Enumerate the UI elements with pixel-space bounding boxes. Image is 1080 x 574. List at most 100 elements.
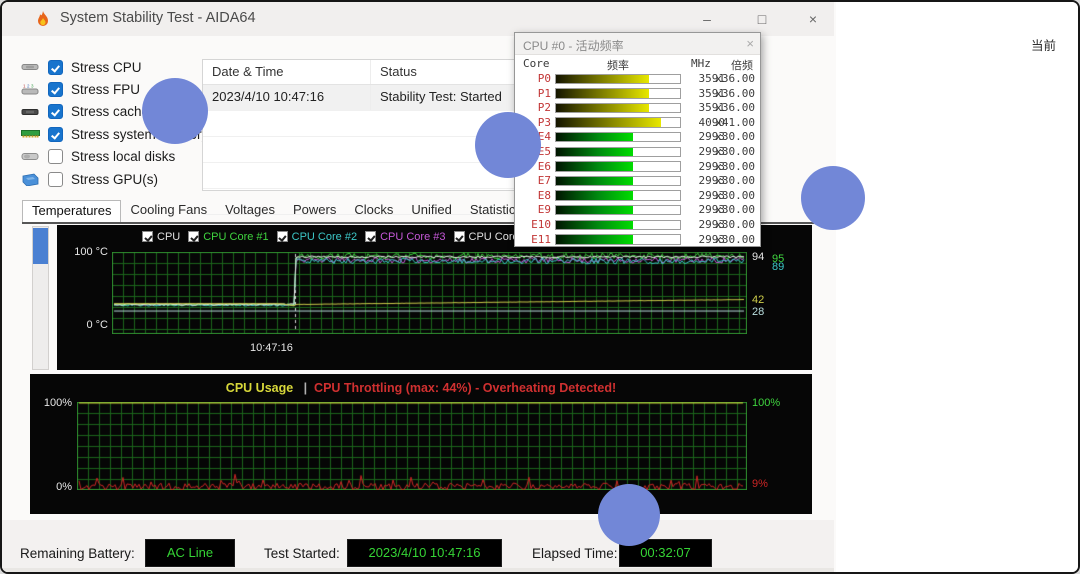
ratio-value: x36.00 [693,101,755,114]
core-label: P1 [515,87,551,100]
y-axis-top-label: 100 °C [62,246,108,258]
usage-y-bottom-label: 0% [28,481,72,493]
tab-voltages[interactable]: Voltages [216,200,284,222]
frequency-bar [555,74,681,85]
screen: System Stability Test - AIDA64 – □ × Str… [0,0,1080,574]
ratio-value: x30.00 [693,189,755,202]
legend-checkbox[interactable] [365,231,376,242]
legend-item: CPU Core #3 [365,231,445,243]
legend-checkbox[interactable] [142,231,153,242]
remaining-battery-label: Remaining Battery: [20,546,135,561]
stress-option-row: Stress local disks [20,147,175,167]
popup-close-icon[interactable]: × [746,36,754,51]
frequency-bar-fill [556,221,633,230]
frequency-bar-fill [556,89,649,98]
frequency-bar [555,117,681,128]
disk-icon [20,152,40,161]
tab-cooling-fans[interactable]: Cooling Fans [121,200,216,222]
chart-value-label: 9% [752,478,768,490]
stress-option-checkbox[interactable] [48,127,63,142]
ratio-value: x30.00 [693,203,755,216]
chart-value-label: 28 [752,306,764,318]
stress-option-checkbox[interactable] [48,172,63,187]
popup-core-row: P34090x41.00 [515,116,760,131]
test-started-value: 2023/4/10 10:47:16 [347,539,502,567]
legend-checkbox[interactable] [277,231,288,242]
stress-option-checkbox[interactable] [48,82,63,97]
chart-value-label: 100% [752,397,780,409]
legend-checkbox[interactable] [454,231,465,242]
popup-col-core: Core [523,57,550,70]
tab-unified[interactable]: Unified [402,200,460,222]
cpu-chip-icon [21,62,39,72]
cache-chip-icon [21,107,39,117]
core-label: E8 [515,189,551,202]
core-label: P0 [515,72,551,85]
frequency-bar-fill [556,104,649,113]
remaining-battery-value: AC Line [145,539,235,567]
core-label: P2 [515,101,551,114]
stress-option-row: Stress CPU [20,57,142,77]
tab-bar: TemperaturesCooling FansVoltagesPowersCl… [22,200,531,222]
svg-text:2: 2 [27,83,30,88]
popup-core-row: E52993x30.00 [515,145,760,160]
legend-label: CPU [157,231,180,243]
core-label: E10 [515,218,551,231]
flame-icon [34,10,52,33]
cpu-chip-icon [20,62,40,72]
chart-value-label: 94 [752,251,764,263]
popup-core-row: E42993x30.00 [515,130,760,145]
frequency-bar [555,161,681,172]
svg-text:3: 3 [31,83,34,88]
tab-clocks[interactable]: Clocks [345,200,402,222]
chart-scrollbar-thumb[interactable] [33,228,48,264]
popup-core-row: P03591x36.00 [515,72,760,87]
popup-col-freq: 频率 [607,57,629,73]
popup-core-row: E72993x30.00 [515,174,760,189]
annotation-circle [801,166,865,230]
stress-option-label: Stress cache [71,104,149,119]
frequency-bar [555,176,681,187]
popup-core-row: P13591x36.00 [515,87,760,102]
frequency-bar-fill [556,235,633,244]
cpu-usage-chart-title: CPU Usage | CPU Throttling (max: 44%) - … [30,381,812,395]
popup-core-row: E62993x30.00 [515,160,760,175]
minimize-icon[interactable]: – [692,8,722,30]
frequency-bar-fill [556,75,649,84]
ratio-value: x41.00 [693,116,755,129]
stress-option-label: Stress CPU [71,60,142,75]
stress-option-label: Stress GPU(s) [71,172,158,187]
stress-option-checkbox[interactable] [48,104,63,119]
popup-core-row: P23591x36.00 [515,101,760,116]
stress-option-row: 123Stress FPU [20,79,140,99]
legend-item: CPU Core #1 [188,231,268,243]
stress-option-label: Stress local disks [71,149,175,164]
core-label: E7 [515,174,551,187]
close-icon[interactable]: × [798,8,828,30]
stress-option-checkbox[interactable] [48,149,63,164]
tab-temperatures[interactable]: Temperatures [22,200,121,222]
core-label: E9 [515,203,551,216]
cpu-frequency-popup: CPU #0 - 活动频率 × Core 频率 MHz 倍频 P03591x36… [514,32,761,247]
ratio-value: x30.00 [693,174,755,187]
popup-column-headers: Core 频率 MHz 倍频 [515,57,760,71]
frequency-bar [555,132,681,143]
maximize-icon[interactable]: □ [747,8,777,30]
stress-option-checkbox[interactable] [48,60,63,75]
current-column-header: 当前 [1031,35,1056,54]
gpu-icon [20,173,40,186]
stress-option-row: Stress cache [20,102,149,122]
tab-powers[interactable]: Powers [284,200,345,222]
frequency-bar-fill [556,162,633,171]
frequency-bar [555,190,681,201]
legend-label: CPU Core #2 [292,231,357,243]
memory-module-icon [20,129,40,139]
legend-checkbox[interactable] [188,231,199,242]
frequency-bar [555,147,681,158]
chart-title-part: CPU Usage [226,381,297,395]
frequency-bar-fill [556,133,633,142]
frequency-bar-fill [556,148,633,157]
popup-core-row: E82993x30.00 [515,189,760,204]
cpu-usage-chart-canvas [77,402,747,490]
fpu-chip-icon: 123 [20,83,40,96]
